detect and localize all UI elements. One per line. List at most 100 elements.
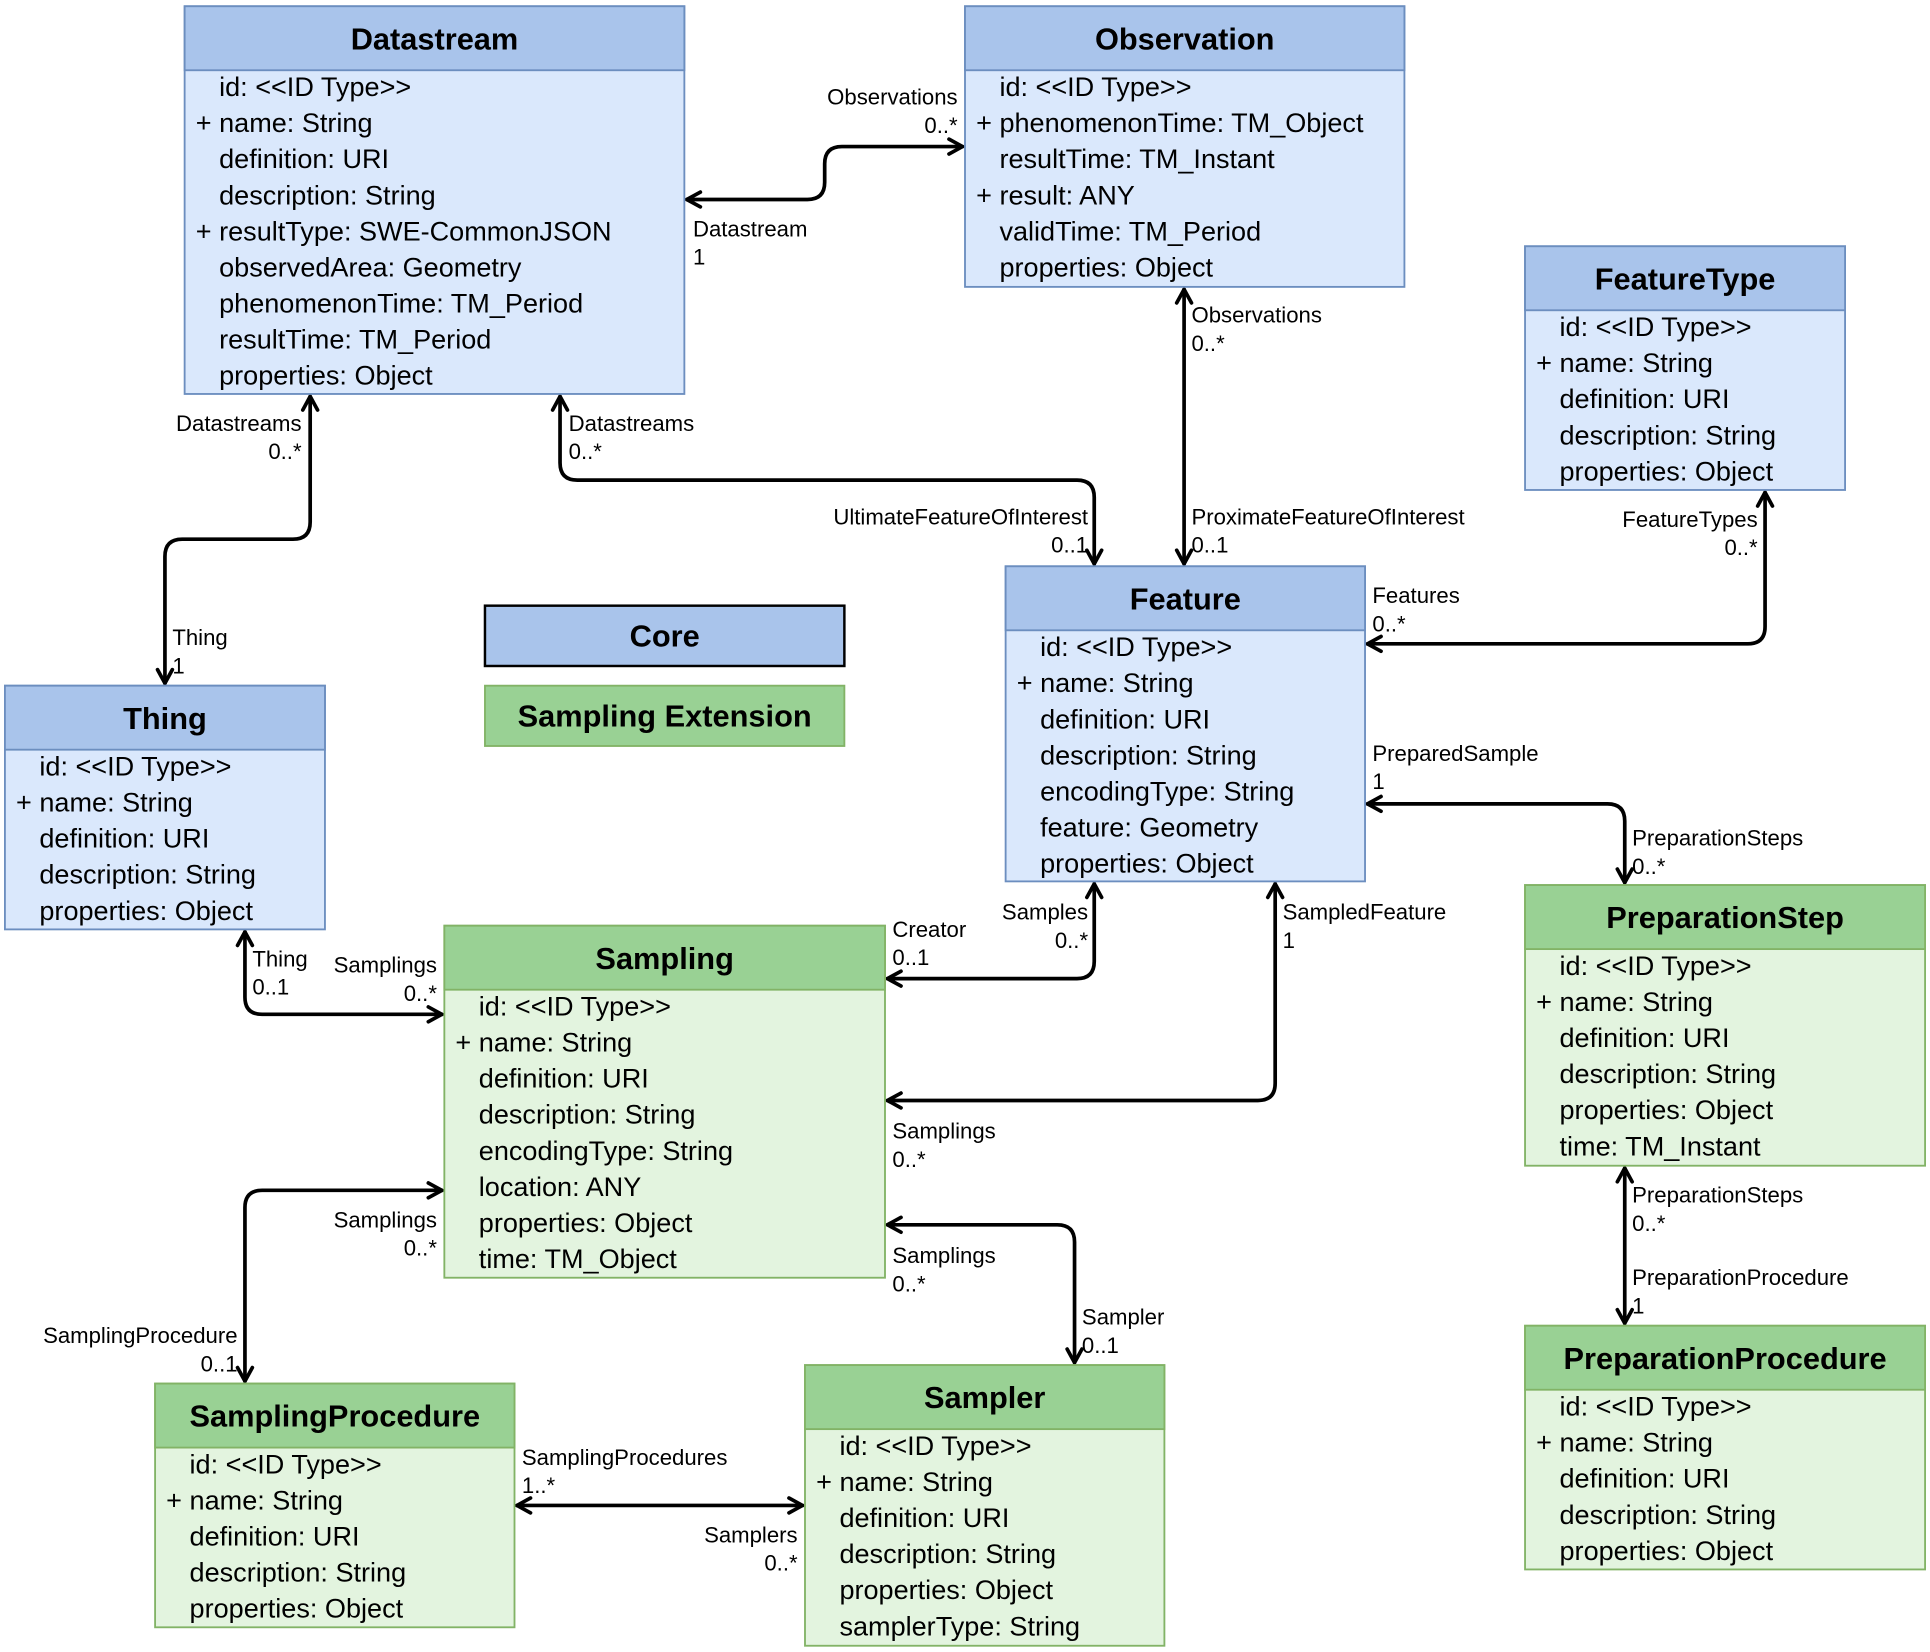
class-preparation-procedure[interactable]: PreparationProcedure id: <<ID Type>> + name… <box>1524 1324 1926 1571</box>
legend: Core Sampling Extension <box>483 604 846 747</box>
class-sampling[interactable]: Sampling id: <<ID Type>> + name: String defi… <box>443 924 886 1279</box>
attribute: description: String <box>190 1557 407 1588</box>
attribute: encodingType: String <box>1040 775 1294 806</box>
class-datastream[interactable]: Datastreamid: <<ID Type>>+ name: Stringde… <box>183 5 686 395</box>
attribute: encodingType: String <box>479 1135 733 1166</box>
role-label: FeatureTypes <box>1622 507 1757 532</box>
attribute-visibility: + <box>976 107 992 138</box>
attribute: id: <<ID Type>> <box>1560 311 1752 342</box>
attribute: definition: URI <box>479 1063 649 1094</box>
multiplicity-label: 0..* <box>1724 535 1758 560</box>
association-datastream-feature[interactable]: Datastreams 0..* UltimateFeatureOfInterest… <box>550 394 1104 566</box>
attribute: definition: URI <box>1560 1463 1730 1494</box>
multiplicity-label: 0..* <box>1372 612 1406 637</box>
role-label: Samplings <box>892 1119 995 1144</box>
role-label: PreparationSteps <box>1632 826 1803 851</box>
role-label: Thing <box>172 625 227 650</box>
attribute: properties: Object <box>190 1593 404 1624</box>
multiplicity-label: 0..* <box>1191 331 1225 356</box>
attribute: id: <<ID Type>> <box>839 1430 1031 1461</box>
role-label: Observations <box>1191 303 1321 328</box>
uml-class-diagram: Observations 0..* Datastream 1 Datastreams 0.… <box>4 5 1926 1647</box>
attribute: properties: Object <box>219 360 433 391</box>
attribute: time: TM_Instant <box>1560 1130 1762 1161</box>
attribute: name: String <box>1560 1427 1713 1458</box>
association-thing-sampling[interactable]: Thing 0..1 Samplings 0..* <box>235 930 444 1024</box>
association-line[interactable] <box>1365 801 1627 885</box>
multiplicity-label: 0..* <box>404 1236 438 1261</box>
attribute: properties: Object <box>999 251 1213 282</box>
role-label: Thing <box>252 946 307 971</box>
attribute-visibility: + <box>16 787 32 818</box>
attribute: phenomenonTime: TM_Period <box>219 287 583 318</box>
attribute: name: String <box>1560 347 1713 378</box>
class-sampling-procedure[interactable]: SamplingProcedure id: <<ID Type>> + name: S… <box>154 1382 516 1629</box>
attribute-visibility: + <box>816 1466 832 1497</box>
legend-extension-label: Sampling Extension <box>518 698 812 733</box>
role-label: PreparedSample <box>1372 741 1538 766</box>
attribute: validTime: TM_Period <box>999 215 1261 246</box>
attribute: name: String <box>219 107 372 138</box>
attribute: result: ANY <box>999 179 1134 210</box>
association-observation-feature[interactable]: Observations 0..* ProximateFeatureOfIntere… <box>1174 287 1465 566</box>
association-datastream-thing[interactable]: Datastreams 0..* Thing 1 <box>155 394 320 686</box>
association-feature-preparationstep[interactable]: PreparedSample 1 PreparationSteps 0..* <box>1365 741 1803 885</box>
attribute: properties: Object <box>1560 1535 1774 1566</box>
association-preparationstep-preparationprocedure[interactable]: PreparationSteps 0..* PreparationProcedure… <box>1615 1166 1849 1326</box>
multiplicity-label: 0..* <box>892 1147 926 1172</box>
multiplicity-label: 0..* <box>924 113 958 138</box>
attribute: feature: Geometry <box>1040 811 1259 842</box>
attribute: id: <<ID Type>> <box>999 71 1191 102</box>
legend-core-label: Core <box>630 618 700 653</box>
role-label: Datastreams <box>569 411 695 436</box>
attribute-visibility: + <box>1536 1427 1552 1458</box>
association-line[interactable] <box>684 144 965 202</box>
attribute: description: String <box>1040 739 1257 770</box>
attribute: location: ANY <box>479 1171 641 1202</box>
attribute: properties: Object <box>1560 1094 1774 1125</box>
attribute: properties: Object <box>839 1574 1053 1605</box>
multiplicity-label: 0..1 <box>1051 533 1088 558</box>
association-samplingprocedure-sampler[interactable]: SamplingProcedures 1..* Samplers 0..* <box>515 1445 805 1576</box>
attribute: observedArea: Geometry <box>219 251 522 282</box>
association-datastream-observation[interactable]: Observations 0..* Datastream 1 <box>684 85 965 270</box>
attribute: name: String <box>1040 667 1193 698</box>
class-observation[interactable]: Observationid: <<ID Type>>+ phenomenonTim… <box>964 5 1406 288</box>
attribute: description: String <box>219 179 436 210</box>
class-feature[interactable]: Feature id: <<ID Type>>+ name: String defin… <box>1004 565 1366 883</box>
attribute: id: <<ID Type>> <box>479 991 671 1022</box>
attribute: id: <<ID Type>> <box>190 1448 382 1479</box>
class-sampler[interactable]: Sampler id: <<ID Type>>+ name: String defin… <box>804 1364 1166 1647</box>
role-label: Samplings <box>334 952 437 977</box>
role-label: Samplings <box>334 1207 437 1232</box>
attribute-visibility: + <box>1536 986 1552 1017</box>
attribute: name: String <box>479 1027 632 1058</box>
class-name: SamplingProcedure <box>189 1399 480 1434</box>
class-thing[interactable]: Thing id: <<ID Type>>+ name: String definit… <box>4 684 326 931</box>
class-preparation-step[interactable]: PreparationStep id: <<ID Type>> + name: Str… <box>1524 884 1926 1167</box>
association-sampling-sampler[interactable]: Samplings 0..* Sampler 0..1 <box>885 1215 1164 1365</box>
attribute: definition: URI <box>39 823 209 854</box>
attribute: resultType: SWE-CommonJSON <box>219 215 611 246</box>
attribute: name: String <box>190 1485 343 1516</box>
role-label: SamplingProcedure <box>43 1323 237 1348</box>
multiplicity-label: 1 <box>1372 769 1384 794</box>
attribute: definition: URI <box>839 1502 1009 1533</box>
role-label: Features <box>1372 583 1459 608</box>
attribute-visibility: + <box>1536 347 1552 378</box>
role-label: PreparationProcedure <box>1632 1265 1849 1290</box>
attribute: name: String <box>839 1466 992 1497</box>
association-sampling-samplingprocedure[interactable]: Samplings 0..* SamplingProcedure 0..1 <box>43 1181 444 1383</box>
class-name: Datastream <box>351 21 519 56</box>
class-name: PreparationProcedure <box>1563 1341 1886 1376</box>
role-label: PreparationSteps <box>1632 1183 1803 1208</box>
class-feature-type[interactable]: FeatureType id: <<ID Type>> + name: String d… <box>1524 245 1846 491</box>
role-label: SampledFeature <box>1283 900 1447 925</box>
association-feature-sampling[interactable]: SampledFeature 1 Samplings 0..* <box>885 882 1447 1172</box>
multiplicity-label: 0..1 <box>892 945 929 970</box>
attribute: description: String <box>1560 1499 1777 1530</box>
association-feature-sampling[interactable]: Samples 0..* Creator 0..1 <box>885 882 1104 988</box>
multiplicity-label: 0..1 <box>1082 1333 1119 1358</box>
attribute-visibility: + <box>1017 667 1033 698</box>
attribute: phenomenonTime: TM_Object <box>999 107 1364 138</box>
